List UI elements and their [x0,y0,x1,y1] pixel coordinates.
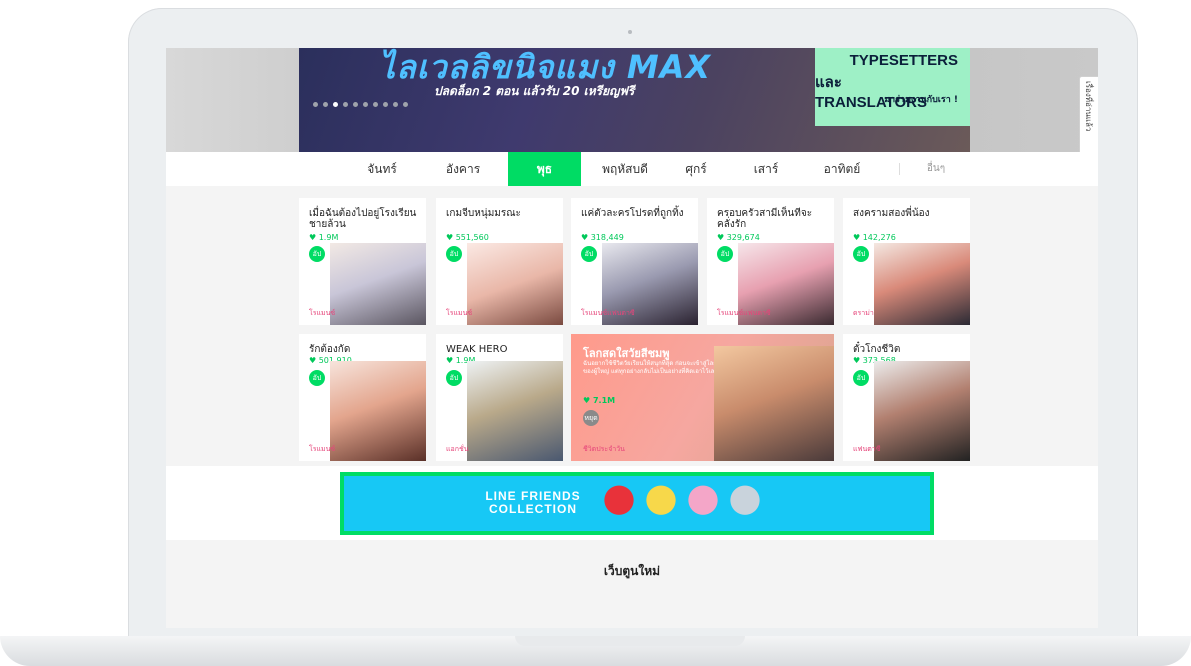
up-badge: อัป [446,370,462,386]
card-genre: โรแมนซ์ [309,309,336,317]
card-likes: ♥ 1.9M [309,233,339,242]
card-title: ครอบครัวสามีเห็นทีจะคลั่งรัก [717,208,813,230]
card-genre: ดราม่า [853,309,874,317]
banner-pagination[interactable] [313,102,408,107]
card-title: รักต้องกัด [309,344,351,355]
card-genre: โรแมนซ์แฟนตาซี [581,309,635,317]
up-badge: อัป [581,246,597,262]
card-thumbnail [330,243,426,325]
webtoon-card[interactable]: ครอบครัวสามีเห็นทีจะคลั่งรัก ♥ 329,674 อ… [707,198,834,325]
card-genre: โรแมนซ์แฟนตาซี [717,309,771,317]
webtoon-grid: เมื่อฉันต้องไปอยู่โรงเรียนชายล้วน ♥ 1.9M… [166,186,1098,466]
card-title: แค่ตัวละครโปรดที่ถูกทิ้ง [581,208,684,219]
card-likes: ♥ 329,674 [717,233,760,242]
banner-dot[interactable] [343,102,348,107]
tab-friday[interactable]: ศุกร์ [666,152,726,186]
tab-more[interactable]: อื่นๆ [911,152,961,186]
banner-dot[interactable] [313,102,318,107]
webtoon-card[interactable]: เมื่อฉันต้องไปอยู่โรงเรียนชายล้วน ♥ 1.9M… [299,198,426,325]
browser-screen: ไลเวลลิขนิจแมง MAX ปลดล็อก 2 ตอน แล้วรับ… [166,48,1098,628]
character-chimmy-icon [644,484,678,520]
recent-read-tab[interactable]: เรื่องที่อ่านแล้ว ‹ [1079,76,1098,152]
banner-image[interactable]: ไลเวลลิขนิจแมง MAX ปลดล็อก 2 ตอน แล้วรับ… [299,48,970,152]
nav-divider [899,163,900,175]
card-title: เมื่อฉันต้องไปอยู่โรงเรียนชายล้วน [309,208,417,230]
up-badge: อัป [309,246,325,262]
featured-description: ฉันอยากใช้ชีวิตวัยเรียนให้สนุกที่สุด ก่อ… [583,360,718,375]
banner-dot[interactable] [363,102,368,107]
card-title: สงครามสองพี่น้อง [853,208,930,219]
banner-dot[interactable] [323,102,328,107]
webtoon-card[interactable]: เกมจีบหนุ่มมรณะ ♥ 551,560 อัป โรแมนซ์ [436,198,563,325]
featured-genre: ชีวิตประจำวัน [583,445,625,453]
laptop-notch [515,636,745,646]
card-thumbnail [874,243,970,325]
tab-sunday[interactable]: อาทิตย์ [806,152,878,186]
new-webtoons-section: เว็บตูนใหม่ [166,540,1098,628]
character-cooky-icon [686,484,720,520]
weekday-nav: จันทร์ อังคาร พุธ พฤหัสบดี ศุกร์ เสาร์ อ… [166,152,1098,187]
tab-saturday[interactable]: เสาร์ [731,152,801,186]
character-tata-icon [602,484,636,520]
ad-title: LINE FRIENDS COLLECTION [478,490,588,516]
up-badge: อัป [717,246,733,262]
recruit-banner[interactable]: TYPESETTERS และ TRANSLATORS มาร่วมงานกับ… [815,48,970,126]
card-title: เกมจีบหนุ่มมรณะ [446,208,521,219]
section-title: เว็บตูนใหม่ [603,564,661,578]
tab-thursday[interactable]: พฤหัสบดี [584,152,666,186]
card-genre: แฟนตาซี [853,445,881,453]
webtoon-card[interactable]: สงครามสองพี่น้อง ♥ 142,276 อัป ดราม่า [843,198,970,325]
tab-monday[interactable]: จันทร์ [352,152,412,186]
up-badge: อัป [853,370,869,386]
featured-likes: ♥ 7.1M [583,396,616,405]
camera-icon [628,30,632,34]
up-badge: อัป [309,370,325,386]
banner-subtitle: ปลดล็อก 2 ตอน แล้วรับ 20 เหรียญฟรี [434,84,635,98]
webtoon-card[interactable]: แค่ตัวละครโปรดที่ถูกทิ้ง ♥ 318,449 อัป โ… [571,198,698,325]
ad-title-line2: COLLECTION [489,502,577,516]
paused-badge: หยุด [583,410,599,426]
tab-wednesday[interactable]: พุธ [508,152,581,186]
card-likes: ♥ 551,560 [446,233,489,242]
card-genre: โรแมนซ์ [446,309,473,317]
character-van-icon [728,484,762,520]
banner-dot[interactable] [403,102,408,107]
card-title: WEAK HERO [446,344,508,355]
banner-dot[interactable] [383,102,388,107]
up-badge: อัป [446,246,462,262]
banner-dot[interactable] [353,102,358,107]
card-likes: ♥ 318,449 [581,233,624,242]
up-badge: อัป [853,246,869,262]
banner-dot[interactable] [393,102,398,107]
card-title: ตั๋วโกงชีวิต [853,344,901,355]
card-thumbnail [467,243,563,325]
card-genre: แอกชั่น [446,445,469,453]
line-friends-ad-banner[interactable]: LINE FRIENDS COLLECTION [340,472,934,535]
card-likes: ♥ 142,276 [853,233,896,242]
card-thumbnail [467,361,563,461]
card-thumbnail [330,361,426,461]
featured-webtoon-card[interactable]: โลกสดใสวัยสีชมพู ฉันอยากใช้ชีวิตวัยเรียน… [571,334,834,461]
recruit-line3: มาร่วมงานกับเรา ! [884,95,958,105]
hero-banner[interactable]: ไลเวลลิขนิจแมง MAX ปลดล็อก 2 ตอน แล้วรับ… [166,48,1098,152]
banner-dot-active[interactable] [333,102,338,107]
ad-characters [602,484,762,520]
tab-tuesday[interactable]: อังคาร [428,152,498,186]
recruit-line1: TYPESETTERS [849,52,958,69]
card-thumbnail [874,361,970,461]
card-genre: โรแมนซ์ [309,445,336,453]
webtoon-card[interactable]: WEAK HERO ♥ 1.9M อัป แอกชั่น [436,334,563,461]
webtoon-card[interactable]: รักต้องกัด ♥ 501,910 อัป โรแมนซ์ [299,334,426,461]
banner-dot[interactable] [373,102,378,107]
featured-thumbnail [714,346,834,461]
webtoon-card[interactable]: ตั๋วโกงชีวิต ♥ 373,568 อัป แฟนตาซี [843,334,970,461]
recent-read-label: เรื่องที่อ่านแล้ว [1084,81,1093,132]
